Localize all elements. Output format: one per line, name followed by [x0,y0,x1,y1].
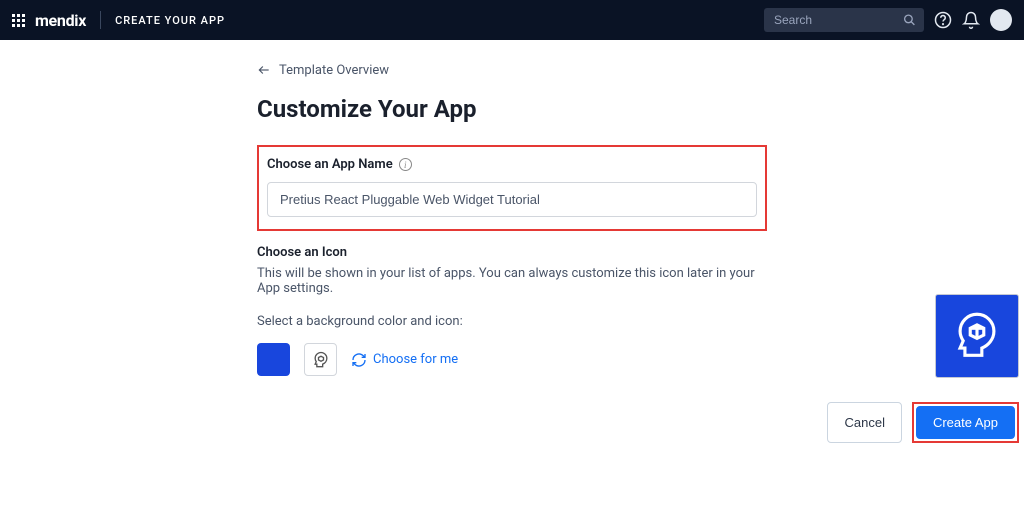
app-name-label-row: Choose an App Name i [267,157,757,172]
avatar[interactable] [990,9,1012,31]
search-icon[interactable] [903,14,916,27]
color-swatch[interactable] [257,343,290,376]
apps-grid-icon[interactable] [12,14,25,27]
action-buttons: Cancel Create App [827,402,1019,443]
icon-section-label: Choose an Icon [257,245,767,260]
choose-for-me-link[interactable]: Choose for me [351,352,458,368]
app-name-section: Choose an App Name i [257,145,767,231]
icon-picker-row: Choose for me [257,343,767,376]
cancel-button[interactable]: Cancel [827,402,901,443]
arrow-left-icon [257,63,271,77]
topbar: mendix CREATE YOUR APP [0,0,1024,40]
icon-choice[interactable] [304,343,337,376]
refresh-icon [351,352,367,368]
main-content: Template Overview Customize Your App Cho… [247,62,777,376]
icon-select-text: Select a background color and icon: [257,314,767,329]
head-cube-icon [311,350,331,370]
back-link[interactable]: Template Overview [257,63,389,78]
icon-preview [935,294,1019,378]
app-name-label: Choose an App Name [267,157,393,172]
bell-icon[interactable] [962,11,980,29]
brand-logo: mendix [35,11,86,30]
app-name-input[interactable] [267,182,757,217]
back-label: Template Overview [279,63,389,78]
help-icon[interactable] [934,11,952,29]
page-title: Customize Your App [257,95,767,123]
search-wrap [764,8,924,32]
choose-for-me-label: Choose for me [373,352,458,367]
divider [100,11,101,29]
head-cube-icon [948,307,1006,365]
create-highlight: Create App [912,402,1019,443]
info-icon[interactable]: i [399,158,412,171]
create-app-button[interactable]: Create App [916,406,1015,439]
page-subtitle: CREATE YOUR APP [115,14,225,27]
icon-preview-wrap [935,294,1019,378]
search-input[interactable] [764,8,924,32]
icon-section-desc: This will be shown in your list of apps.… [257,266,767,296]
